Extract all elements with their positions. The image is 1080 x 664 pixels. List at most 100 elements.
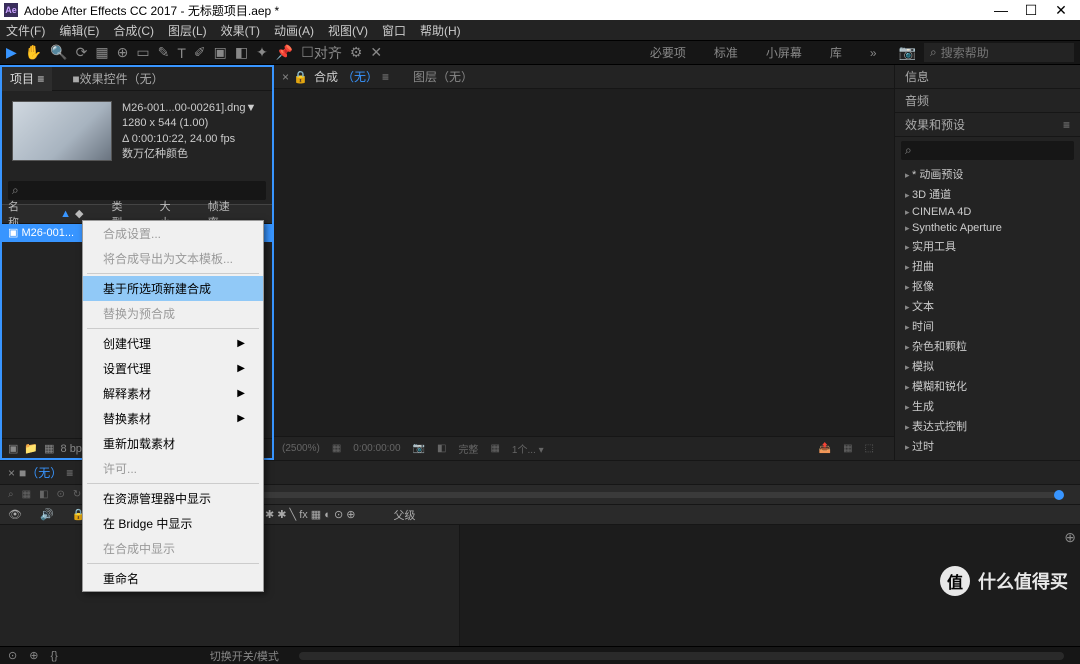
eff-transition[interactable]: 过渡 — [895, 456, 1080, 460]
anchor-tool-icon[interactable]: ⊕ — [117, 44, 129, 61]
footage-thumbnail[interactable] — [12, 101, 112, 161]
menu-layer[interactable]: 图层(L) — [168, 22, 207, 39]
eff-blur[interactable]: 模糊和锐化 — [895, 376, 1080, 396]
switch-mode-button[interactable]: 切换开关/模式 — [210, 648, 279, 664]
menu-effect[interactable]: 效果(T) — [221, 22, 260, 39]
camera-tool-icon[interactable]: ▦ — [95, 44, 108, 61]
eff-expression[interactable]: 表达式控制 — [895, 416, 1080, 436]
new-comp-icon[interactable]: ▦ — [44, 442, 54, 455]
selection-tool-icon[interactable]: ▶ — [6, 44, 17, 61]
menu-edit[interactable]: 编辑(E) — [59, 22, 99, 39]
roto-tool-icon[interactable]: ✦ — [256, 44, 268, 61]
eff-keying[interactable]: 抠像 — [895, 276, 1080, 296]
clone-tool-icon[interactable]: ▣ — [214, 44, 227, 61]
ctx-set-proxy[interactable]: 设置代理▶ — [83, 356, 263, 381]
tl-menu-icon[interactable]: ≡ — [66, 466, 73, 480]
workspace-essentials[interactable]: 必要项 — [650, 44, 686, 61]
ctx-new-comp-from-selection[interactable]: 基于所选项新建合成 — [83, 276, 263, 301]
workspace-more-icon[interactable]: » — [870, 46, 877, 60]
tl-audio-icon[interactable]: 🔊 — [40, 508, 54, 521]
dropdown-icon[interactable]: ▼ — [246, 101, 257, 116]
snap-toggle[interactable]: ☐ 对齐 — [301, 43, 342, 63]
workspace-small[interactable]: 小屏幕 — [766, 44, 802, 61]
ctx-replace-precomp[interactable]: 替换为预合成 — [83, 301, 263, 326]
share-icon[interactable]: 📤 — [819, 443, 831, 454]
eraser-tool-icon[interactable]: ◧ — [235, 44, 248, 61]
3d-icon[interactable]: ⬚ — [865, 443, 874, 454]
col-tag-icon[interactable]: ▲ — [60, 208, 71, 220]
eff-3d-channel[interactable]: 3D 通道 — [895, 184, 1080, 204]
tl-bottom-ic3[interactable]: {} — [50, 650, 57, 662]
eff-synthetic[interactable]: Synthetic Aperture — [895, 220, 1080, 236]
view-options-icon[interactable]: ▦ — [490, 443, 499, 454]
effects-panel-header[interactable]: 效果和预设 ≡ — [895, 113, 1080, 137]
pen-tool-icon[interactable]: ✎ — [158, 44, 170, 61]
ctx-comp-settings[interactable]: 合成设置... — [83, 221, 263, 246]
col-tag[interactable]: ◆ — [75, 207, 83, 220]
minimize-button[interactable]: — — [986, 2, 1016, 18]
viewport[interactable] — [274, 89, 894, 436]
grid-icon[interactable]: ▦ — [332, 443, 341, 454]
brush-tool-icon[interactable]: ✐ — [194, 44, 206, 61]
tl-ic1[interactable]: ▦ — [22, 489, 31, 500]
workspace-library[interactable]: 库 — [830, 44, 842, 61]
tl-ic4[interactable]: ↻ — [73, 489, 81, 500]
close-tab-icon[interactable]: × — [282, 70, 289, 84]
tab-menu-icon[interactable]: ≡ — [382, 70, 389, 84]
snapshot-icon[interactable]: 📷 — [413, 443, 425, 454]
tab-effect-controls[interactable]: ■ 效果控件（无） — [64, 67, 171, 91]
shape-tool-icon[interactable]: ▭ — [136, 44, 149, 61]
hand-tool-icon[interactable]: ✋ — [25, 44, 42, 61]
tl-vis-icon[interactable]: 👁 — [8, 508, 22, 521]
ctx-reveal-comp[interactable]: 在合成中显示 — [83, 536, 263, 561]
tl-bottom-ic1[interactable]: ⊙ — [8, 649, 17, 662]
help-search-input[interactable] — [941, 46, 1051, 60]
alpha-icon[interactable]: ◧ — [437, 443, 446, 454]
snap-extra-icon[interactable]: ✕ — [370, 44, 382, 61]
ctx-create-proxy[interactable]: 创建代理▶ — [83, 331, 263, 356]
tl-close-icon[interactable]: × — [8, 466, 15, 480]
eff-simulation[interactable]: 模拟 — [895, 356, 1080, 376]
menu-composition[interactable]: 合成(C) — [113, 22, 154, 39]
resolution-dropdown[interactable]: 完整 — [458, 441, 478, 456]
menu-help[interactable]: 帮助(H) — [420, 22, 461, 39]
ctx-reveal-explorer[interactable]: 在资源管理器中显示 — [83, 486, 263, 511]
tl-bottom-ic2[interactable]: ⊕ — [29, 649, 38, 662]
time-ruler[interactable] — [128, 492, 1064, 498]
menu-window[interactable]: 窗口 — [382, 22, 406, 39]
views-icon[interactable]: 1个... ▾ — [512, 441, 544, 456]
eff-text[interactable]: 文本 — [895, 296, 1080, 316]
ctx-export-template[interactable]: 将合成导出为文本模板... — [83, 246, 263, 271]
eff-utility[interactable]: 实用工具 — [895, 236, 1080, 256]
puppet-tool-icon[interactable]: 📌 — [276, 44, 293, 61]
eff-generate[interactable]: 生成 — [895, 396, 1080, 416]
menu-animation[interactable]: 动画(A) — [274, 22, 314, 39]
help-search[interactable]: ⌕ — [924, 43, 1074, 62]
audio-panel-header[interactable]: 音频 — [895, 89, 1080, 113]
eff-obsolete[interactable]: 过时 — [895, 436, 1080, 456]
mask-icon[interactable]: ▦ — [843, 443, 852, 454]
eff-noise[interactable]: 杂色和颗粒 — [895, 336, 1080, 356]
effects-list[interactable]: * 动画预设 3D 通道 CINEMA 4D Synthetic Apertur… — [895, 164, 1080, 460]
maximize-button[interactable]: ☐ — [1016, 2, 1046, 19]
zoom-tool-icon[interactable]: 🔍 — [50, 44, 67, 61]
timeline-scrollbar[interactable] — [299, 652, 1064, 660]
rotation-tool-icon[interactable]: ⟳ — [76, 44, 88, 61]
timeline-side-icon[interactable]: ⊕ — [1064, 529, 1076, 546]
bin-icon[interactable]: ▣ — [8, 442, 18, 455]
eff-anim-presets[interactable]: * 动画预设 — [895, 164, 1080, 184]
tl-ic3[interactable]: ⊙ — [57, 489, 65, 500]
col-parent[interactable]: 父级 — [393, 507, 415, 523]
eff-distort[interactable]: 扭曲 — [895, 256, 1080, 276]
ruler-end-knob[interactable] — [1054, 490, 1064, 500]
close-button[interactable]: ✕ — [1046, 2, 1076, 19]
eff-cinema4d[interactable]: CINEMA 4D — [895, 204, 1080, 220]
workspace-standard[interactable]: 标准 — [714, 44, 738, 61]
ctx-replace-footage[interactable]: 替换素材▶ — [83, 406, 263, 431]
camera-icon[interactable]: 📷 — [899, 44, 916, 61]
menu-view[interactable]: 视图(V) — [328, 22, 368, 39]
tab-project[interactable]: 项目 ≡ — [2, 67, 52, 91]
panel-menu-icon[interactable]: ≡ — [1063, 118, 1070, 132]
tl-ic2[interactable]: ◧ — [39, 489, 48, 500]
info-panel-header[interactable]: 信息 — [895, 65, 1080, 89]
